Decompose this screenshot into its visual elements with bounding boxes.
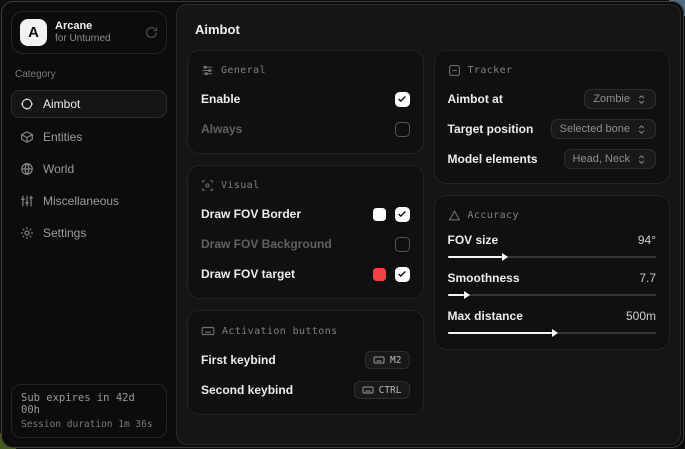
fov-target-color-swatch[interactable] <box>373 268 386 281</box>
setting-row-enable: Enable <box>201 88 410 110</box>
chevrons-up-down-icon <box>636 124 647 135</box>
setting-row-model-elements: Model elements Head, Neck <box>448 148 657 170</box>
section-title-tracker: Tracker <box>468 65 513 76</box>
triangle-icon <box>448 209 461 222</box>
chevrons-up-down-icon <box>636 154 647 165</box>
sliders-vertical-icon <box>20 194 34 208</box>
section-title-accuracy: Accuracy <box>468 210 519 221</box>
smoothness-slider[interactable] <box>448 294 657 296</box>
setting-row-first-keybind: First keybind M2 <box>201 349 410 371</box>
sub-expiry-text: Sub expires in 42d 00h <box>21 392 157 416</box>
scan-eye-icon <box>201 179 214 192</box>
fov-size-slider[interactable] <box>448 256 657 258</box>
keyboard-icon <box>201 324 215 338</box>
activation-card: Activation buttons First keybind M2 <box>187 310 424 415</box>
sidebar-item-label: Settings <box>43 226 86 240</box>
sliders-horizontal-icon <box>201 64 214 77</box>
slider-knob[interactable] <box>552 329 558 337</box>
smoothness-slider-group: Smoothness 7.7 <box>448 271 657 296</box>
app-subtitle: for Unturned <box>55 33 137 45</box>
visual-card: Visual Draw FOV Border <box>187 165 424 299</box>
page-title: Aimbot <box>195 22 670 37</box>
setting-row-fov-target: Draw FOV target <box>201 263 410 285</box>
app-name: Arcane <box>55 20 137 33</box>
setting-row-second-keybind: Second keybind CTRL <box>201 379 410 401</box>
minus-square-icon <box>448 64 461 77</box>
crosshair-icon <box>20 97 34 111</box>
slider-knob[interactable] <box>464 291 470 299</box>
fov-size-value: 94° <box>638 233 656 247</box>
keybind-value: CTRL <box>379 385 402 396</box>
accuracy-card: Accuracy FOV size 94° <box>434 195 671 350</box>
fov-border-color-swatch[interactable] <box>373 208 386 221</box>
section-title-general: General <box>221 65 266 76</box>
setting-row-target-position: Target position Selected bone <box>448 118 657 140</box>
sidebar-nav: Aimbot Entities World <box>11 90 167 246</box>
category-label: Category <box>15 69 163 80</box>
first-keybind-button[interactable]: M2 <box>365 351 409 369</box>
tracker-card: Tracker Aimbot at Zombie <box>434 50 671 184</box>
chevrons-up-down-icon <box>636 94 647 105</box>
sidebar-item-world[interactable]: World <box>11 156 167 182</box>
max-distance-slider[interactable] <box>448 332 657 334</box>
setting-row-always: Always <box>201 118 410 140</box>
gear-icon <box>20 226 34 240</box>
setting-row-aimbot-at: Aimbot at Zombie <box>448 88 657 110</box>
sidebar-item-label: Miscellaneous <box>43 194 119 208</box>
app-logo: A <box>20 19 47 46</box>
dropdown-value: Zombie <box>593 93 630 105</box>
general-card: General Enable Always <box>187 50 424 154</box>
sidebar-item-settings[interactable]: Settings <box>11 220 167 246</box>
max-distance-slider-group: Max distance 500m <box>448 309 657 334</box>
main-wrapper: Aimbot General <box>176 2 683 447</box>
setting-row-fov-border: Draw FOV Border <box>201 203 410 225</box>
app-window: A Arcane for Unturned Category Aimbot <box>1 1 684 448</box>
fov-target-checkbox[interactable] <box>395 267 410 282</box>
fov-border-checkbox[interactable] <box>395 207 410 222</box>
main-panel: Aimbot General <box>176 4 681 445</box>
dropdown-value: Head, Neck <box>573 153 630 165</box>
fov-background-checkbox[interactable] <box>395 237 410 252</box>
sidebar-item-label: Entities <box>43 130 82 144</box>
max-distance-value: 500m <box>626 309 656 323</box>
keyboard-icon <box>362 384 374 396</box>
smoothness-value: 7.7 <box>639 271 656 285</box>
session-duration-text: Session duration 1m 36s <box>21 419 157 430</box>
always-checkbox[interactable] <box>395 122 410 137</box>
brand-card: A Arcane for Unturned <box>11 11 167 54</box>
left-column: General Enable Always <box>187 50 424 415</box>
sidebar-item-miscellaneous[interactable]: Miscellaneous <box>11 188 167 214</box>
refresh-icon[interactable] <box>145 26 158 39</box>
model-elements-dropdown[interactable]: Head, Neck <box>564 149 656 169</box>
entities-icon <box>20 130 34 144</box>
sidebar-item-aimbot[interactable]: Aimbot <box>11 90 167 118</box>
keyboard-icon <box>373 354 385 366</box>
globe-icon <box>20 162 34 176</box>
sidebar-item-label: World <box>43 162 74 176</box>
right-column: Tracker Aimbot at Zombie <box>434 50 671 350</box>
subscription-status-card: Sub expires in 42d 00h Session duration … <box>11 384 167 438</box>
slider-knob[interactable] <box>502 253 508 261</box>
sidebar-item-label: Aimbot <box>43 97 80 111</box>
target-position-dropdown[interactable]: Selected bone <box>551 119 656 139</box>
keybind-hint-pill <box>134 98 158 111</box>
sidebar: A Arcane for Unturned Category Aimbot <box>2 2 176 447</box>
setting-row-fov-background: Draw FOV Background <box>201 233 410 255</box>
aimbot-at-dropdown[interactable]: Zombie <box>584 89 656 109</box>
enable-checkbox[interactable] <box>395 92 410 107</box>
fov-size-slider-group: FOV size 94° <box>448 233 657 258</box>
dropdown-value: Selected bone <box>560 123 630 135</box>
sidebar-item-entities[interactable]: Entities <box>11 124 167 150</box>
section-title-visual: Visual <box>221 180 260 191</box>
keybind-value: M2 <box>390 355 401 366</box>
section-title-activation: Activation buttons <box>222 326 338 337</box>
second-keybind-button[interactable]: CTRL <box>354 381 410 399</box>
brand-text: Arcane for Unturned <box>55 20 137 44</box>
